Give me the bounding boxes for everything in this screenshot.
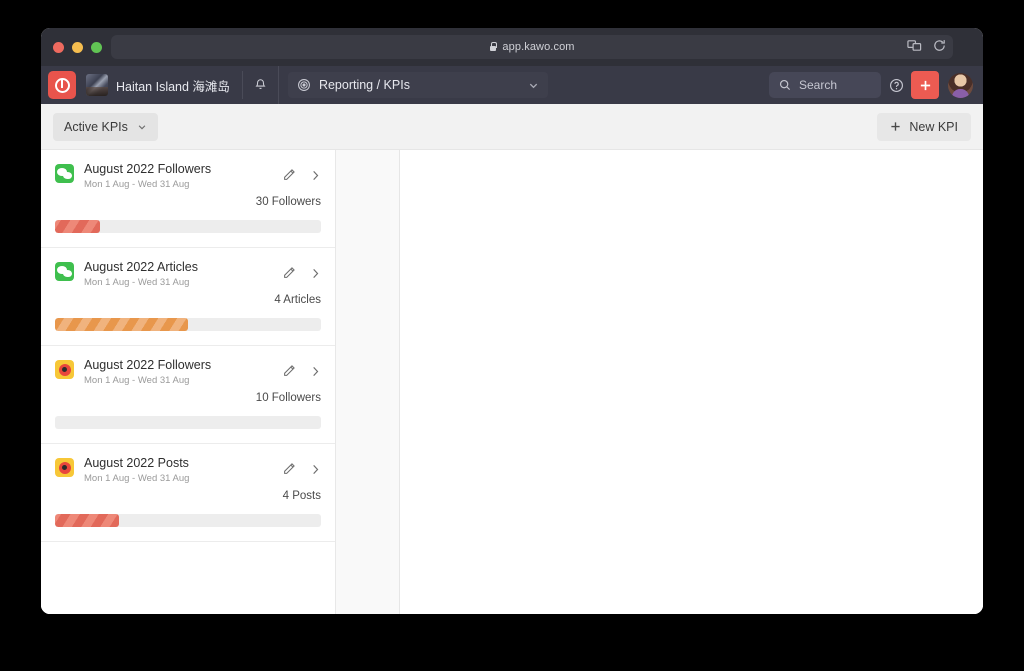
chevron-right-icon[interactable] xyxy=(310,365,321,378)
kpi-progress-fill xyxy=(55,220,101,233)
kpi-value: 4 Posts xyxy=(282,490,321,502)
browser-toolbar-actions xyxy=(907,38,947,53)
notifications-button[interactable] xyxy=(243,66,279,104)
browser-window: app.kawo.com Haitan Island 海滩岛 Reporting… xyxy=(41,28,983,614)
kpi-card-actions xyxy=(282,462,321,476)
create-new-button[interactable] xyxy=(911,71,939,99)
kpi-card[interactable]: August 2022 Articles Mon 1 Aug - Wed 31 … xyxy=(41,248,335,346)
chevron-right-icon[interactable] xyxy=(310,463,321,476)
close-window-button[interactable] xyxy=(53,41,64,53)
kpi-progress-fill xyxy=(55,318,188,331)
wechat-icon xyxy=(55,164,74,183)
kpi-card[interactable]: August 2022 Posts Mon 1 Aug - Wed 31 Aug… xyxy=(41,444,335,542)
kpi-card-header: August 2022 Followers Mon 1 Aug - Wed 31… xyxy=(55,162,321,190)
pencil-icon[interactable] xyxy=(282,168,296,182)
brand-switcher[interactable]: Haitan Island 海滩岛 xyxy=(86,71,243,99)
chevron-down-icon xyxy=(529,83,538,88)
chevron-right-icon[interactable] xyxy=(310,267,321,280)
filter-label: Active KPIs xyxy=(64,119,128,134)
kpi-card-actions xyxy=(282,168,321,182)
kpi-progress-track xyxy=(55,318,321,331)
list-gutter-column xyxy=(336,150,400,614)
lock-icon xyxy=(489,42,498,52)
app-header: Haitan Island 海滩岛 Reporting / KPIs Searc… xyxy=(41,66,983,104)
weibo-icon xyxy=(55,458,74,477)
nav-section-select[interactable]: Reporting / KPIs xyxy=(287,72,548,98)
kpi-title: August 2022 Followers xyxy=(84,162,212,176)
brand-thumbnail xyxy=(86,74,108,96)
kpi-card-actions xyxy=(282,364,321,378)
target-icon xyxy=(297,79,310,91)
weibo-icon xyxy=(55,360,74,379)
kpi-progress-fill xyxy=(55,514,119,527)
kpi-card-text: August 2022 Articles Mon 1 Aug - Wed 31 … xyxy=(84,260,282,288)
help-circle-icon xyxy=(889,78,903,92)
kpi-date-range: Mon 1 Aug - Wed 31 Aug xyxy=(84,375,190,386)
kpi-title: August 2022 Posts xyxy=(84,456,189,470)
address-bar[interactable]: app.kawo.com xyxy=(111,35,953,59)
kpi-title: August 2022 Articles xyxy=(84,260,198,274)
kpi-date-range: Mon 1 Aug - Wed 31 Aug xyxy=(84,277,190,288)
kpi-progress-track xyxy=(55,514,321,527)
brand-name: Haitan Island 海滩岛 xyxy=(116,79,230,94)
kpi-value: 10 Followers xyxy=(255,392,321,404)
browser-titlebar: app.kawo.com xyxy=(41,28,983,66)
kpi-progress-track xyxy=(55,220,321,233)
pencil-icon[interactable] xyxy=(282,266,296,280)
search-input[interactable]: Search xyxy=(769,72,881,98)
url-text: app.kawo.com xyxy=(502,41,575,53)
new-kpi-button[interactable]: New KPI xyxy=(877,112,971,141)
kpi-card-text: August 2022 Followers Mon 1 Aug - Wed 31… xyxy=(84,358,282,386)
search-placeholder: Search xyxy=(799,78,838,92)
kpi-progress-track xyxy=(55,416,321,429)
wechat-icon xyxy=(55,262,74,281)
reload-icon[interactable] xyxy=(932,38,947,53)
kpi-card-text: August 2022 Posts Mon 1 Aug - Wed 31 Aug xyxy=(84,456,282,484)
help-button[interactable] xyxy=(881,66,911,104)
new-kpi-label: New KPI xyxy=(909,119,958,134)
kawo-logo-icon[interactable] xyxy=(48,71,76,99)
kpi-value: 4 Articles xyxy=(274,294,321,306)
kpi-list: August 2022 Followers Mon 1 Aug - Wed 31… xyxy=(41,150,336,614)
pencil-icon[interactable] xyxy=(282,462,296,476)
maximize-window-button[interactable] xyxy=(91,41,102,53)
kpi-card[interactable]: August 2022 Followers Mon 1 Aug - Wed 31… xyxy=(41,346,335,444)
kpi-card-actions xyxy=(282,266,321,280)
avatar[interactable] xyxy=(948,72,973,98)
kpi-title: August 2022 Followers xyxy=(84,358,212,372)
nav-section-label: Reporting / KPIs xyxy=(318,78,410,92)
minimize-window-button[interactable] xyxy=(72,41,83,53)
search-icon xyxy=(779,79,791,91)
kpi-card-header: August 2022 Followers Mon 1 Aug - Wed 31… xyxy=(55,358,321,386)
page-content: August 2022 Followers Mon 1 Aug - Wed 31… xyxy=(41,150,983,614)
chevron-right-icon[interactable] xyxy=(310,169,321,182)
pencil-icon[interactable] xyxy=(282,364,296,378)
bell-icon xyxy=(255,79,266,89)
kpi-card[interactable]: August 2022 Followers Mon 1 Aug - Wed 31… xyxy=(41,150,335,248)
plus-icon xyxy=(920,80,930,90)
kpi-date-range: Mon 1 Aug - Wed 31 Aug xyxy=(84,473,190,484)
kpi-value: 30 Followers xyxy=(255,196,321,208)
kpi-date-range: Mon 1 Aug - Wed 31 Aug xyxy=(84,179,190,190)
window-traffic-lights xyxy=(53,41,102,53)
plus-icon xyxy=(891,122,900,131)
kpi-card-header: August 2022 Articles Mon 1 Aug - Wed 31 … xyxy=(55,260,321,288)
kpi-card-header: August 2022 Posts Mon 1 Aug - Wed 31 Aug xyxy=(55,456,321,484)
kpi-card-text: August 2022 Followers Mon 1 Aug - Wed 31… xyxy=(84,162,282,190)
tab-preview-icon[interactable] xyxy=(907,38,922,53)
kpi-detail-panel xyxy=(400,150,983,614)
active-kpis-filter-dropdown[interactable]: Active KPIs xyxy=(53,112,158,141)
kpi-toolbar: Active KPIs New KPI xyxy=(41,104,983,150)
chevron-down-icon xyxy=(138,124,146,129)
